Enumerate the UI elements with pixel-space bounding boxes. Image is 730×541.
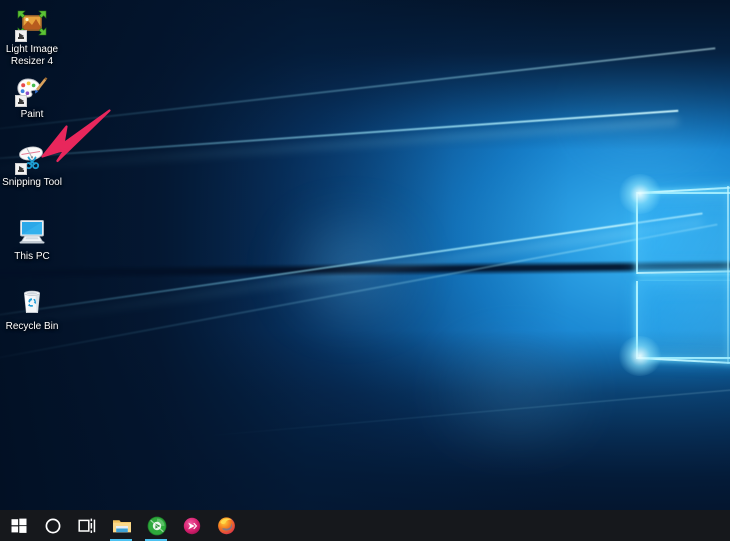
taskbar-green-app-button[interactable] (139, 510, 174, 541)
desktop-icon-label: Snipping Tool (0, 177, 64, 189)
shortcut-overlay-icon (15, 163, 27, 175)
wallpaper-glow-node-upper (618, 174, 662, 214)
taskbar-firefox-button[interactable] (209, 510, 244, 541)
desktop-icon-recycle-bin[interactable]: Recycle Bin (0, 285, 64, 333)
taskbar-pink-app-button[interactable] (174, 510, 209, 541)
desktop-icon-label: This PC (0, 251, 64, 263)
taskbar-start-button[interactable] (2, 510, 36, 541)
recycle-bin-icon (15, 285, 49, 319)
desktop-screen: Light Image Resizer 4 Paint (0, 0, 730, 541)
taskbar-file-explorer-button[interactable] (104, 510, 139, 541)
firefox-icon (217, 516, 236, 535)
taskbar (0, 510, 730, 541)
desktop-icon-snipping-tool[interactable]: Snipping Tool (0, 141, 64, 189)
snipping-tool-scissors-icon (15, 141, 49, 175)
shortcut-overlay-icon (15, 95, 27, 107)
desktop-icon-label: Paint (0, 109, 64, 121)
desktop-icon-label: Recycle Bin (0, 321, 64, 333)
taskbar-task-view-button[interactable] (70, 510, 104, 541)
wallpaper-pane-mullion (727, 186, 729, 364)
wallpaper-glow-node-lower (618, 336, 662, 376)
desktop-icon-this-pc[interactable]: This PC (0, 215, 64, 263)
desktop-icon-label: Light Image Resizer 4 (0, 44, 64, 67)
windows-start-icon (11, 518, 27, 534)
desktop-icon-light-image-resizer-4[interactable]: Light Image Resizer 4 (0, 8, 64, 67)
cortana-circle-icon (44, 517, 62, 535)
desktop-icon-paint[interactable]: Paint (0, 73, 64, 121)
shortcut-overlay-icon (15, 30, 27, 42)
light-image-resizer-icon (15, 8, 49, 42)
file-explorer-folder-icon (112, 517, 132, 535)
task-view-icon (77, 517, 97, 535)
taskbar-cortana-search-button[interactable] (36, 510, 70, 541)
desktop-wallpaper[interactable] (0, 0, 730, 541)
wallpaper-haze-low (400, 330, 630, 450)
green-circle-app-icon (147, 516, 167, 536)
pink-circle-app-icon (183, 517, 201, 535)
this-pc-monitor-icon (15, 215, 49, 249)
paint-palette-icon (15, 73, 49, 107)
